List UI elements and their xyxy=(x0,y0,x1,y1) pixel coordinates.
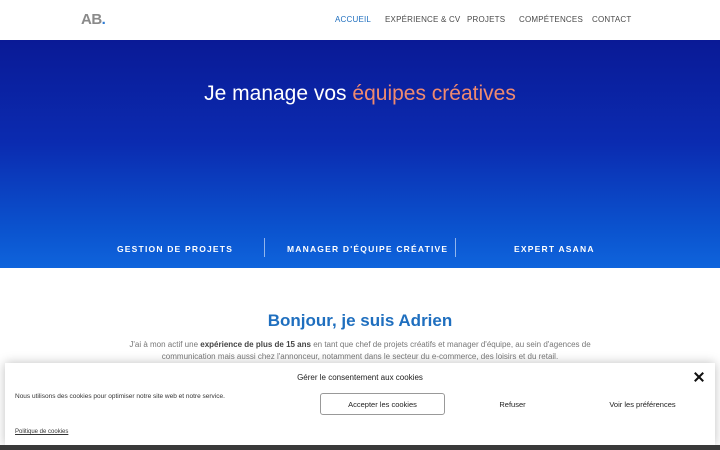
page-bottom-strip xyxy=(0,445,720,450)
nav-item-experience[interactable]: EXPÉRIENCE & CV xyxy=(385,15,460,24)
hero-title: Je manage vos équipes créatives xyxy=(0,82,720,106)
intro-text-bold: expérience de plus de 15 ans xyxy=(200,340,311,349)
close-icon[interactable] xyxy=(693,371,705,383)
skill-manager-equipe: MANAGER D'ÉQUIPE CRÉATIVE xyxy=(287,244,449,254)
cookie-policy-link[interactable]: Politique de cookies xyxy=(15,429,68,435)
hero-title-prefix: Je manage vos xyxy=(204,82,353,105)
view-preferences-button[interactable]: Voir les préférences xyxy=(580,393,705,415)
accept-cookies-button[interactable]: Accepter les cookies xyxy=(320,393,445,415)
intro-text-part1: J'ai à mon actif une xyxy=(129,340,201,349)
hero-title-accent: équipes créatives xyxy=(352,82,516,105)
main-nav: ACCUEIL EXPÉRIENCE & CV PROJETS COMPÉTEN… xyxy=(0,15,720,27)
refuse-cookies-button[interactable]: Refuser xyxy=(450,393,575,415)
nav-item-contact[interactable]: CONTACT xyxy=(592,15,631,24)
nav-item-competences[interactable]: COMPÉTENCES xyxy=(519,15,583,24)
cookie-title: Gérer le consentement aux cookies xyxy=(297,373,423,382)
hero-skills: GESTION DE PROJETS MANAGER D'ÉQUIPE CRÉA… xyxy=(0,238,720,258)
cookie-banner: Gérer le consentement aux cookies Nous u… xyxy=(5,363,715,445)
cookie-text: Nous utilisons des cookies pour optimise… xyxy=(15,393,225,400)
site-header: AB. ACCUEIL EXPÉRIENCE & CV PROJETS COMP… xyxy=(0,0,720,40)
skill-expert-asana: EXPERT ASANA xyxy=(514,244,595,254)
intro-title: Bonjour, je suis Adrien xyxy=(267,311,453,330)
skill-divider xyxy=(264,238,265,257)
nav-item-projets[interactable]: PROJETS xyxy=(467,15,505,24)
nav-item-accueil[interactable]: ACCUEIL xyxy=(335,15,371,24)
intro-text: J'ai à mon actif une expérience de plus … xyxy=(110,339,610,363)
skill-divider xyxy=(455,238,456,257)
hero-section: Je manage vos équipes créatives GESTION … xyxy=(0,40,720,268)
skill-gestion-projets: GESTION DE PROJETS xyxy=(117,244,234,254)
